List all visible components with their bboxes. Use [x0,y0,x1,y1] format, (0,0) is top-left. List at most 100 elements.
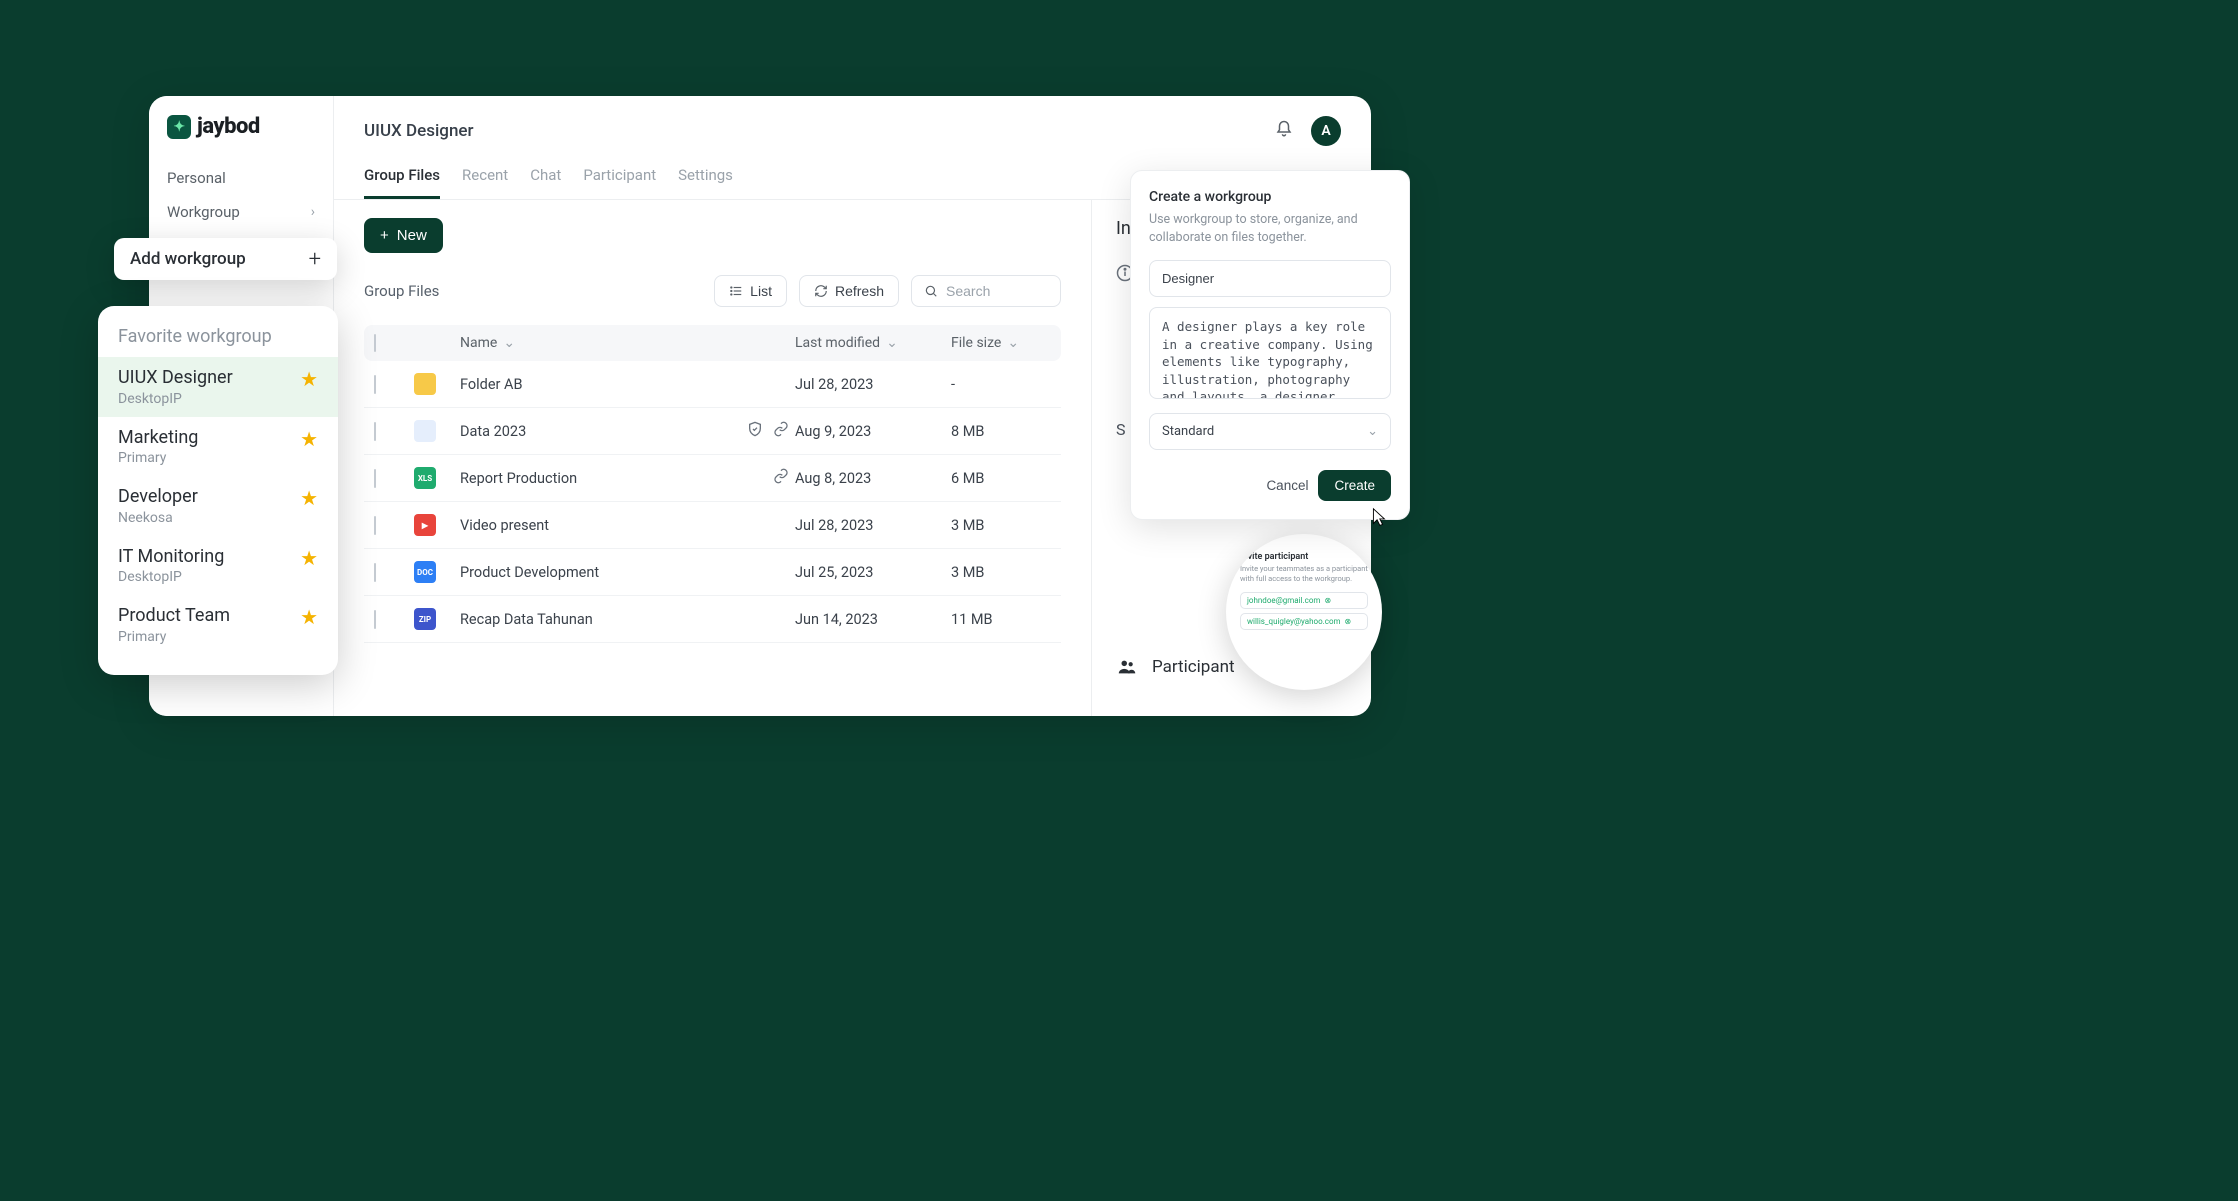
remove-chip-icon[interactable]: ⊗ [1324,596,1331,605]
refresh-button[interactable]: Refresh [799,275,899,307]
table-row[interactable]: XLSReport ProductionAug 8, 20236 MB [364,455,1061,502]
row-checkbox[interactable] [374,610,376,629]
create-workgroup-modal: Create a workgroup Use workgroup to stor… [1130,170,1410,520]
shield-icon [747,421,763,441]
file-type-icon [414,373,436,395]
star-icon[interactable]: ★ [300,367,318,391]
file-toolbar: Group Files List Refresh [364,275,1061,307]
select-all-checkbox[interactable] [374,334,376,352]
table-row[interactable]: Folder ABJul 28, 2023- [364,361,1061,408]
col-file-size[interactable]: File size ⌄ [951,335,1051,351]
invite-email-chip[interactable]: willis_quigley@yahoo.com ⊗ [1240,613,1368,630]
tab-participant[interactable]: Participant [583,156,656,199]
search-input[interactable] [946,276,1048,306]
favorite-workgroup-item[interactable]: UIUX Designer DesktopIP ★ [98,357,338,417]
brand-name: jaybod [197,114,260,139]
plus-icon: + [380,227,389,244]
row-checkbox[interactable] [374,422,376,441]
invite-title: Invite participant [1240,552,1368,562]
table-row[interactable]: DOCProduct DevelopmentJul 25, 20233 MB [364,549,1061,596]
file-name: Product Development [460,564,723,581]
file-name: Recap Data Tahunan [460,611,723,628]
file-table: Name ⌄ Last modified ⌄ File size ⌄ Folde… [364,325,1061,643]
star-icon[interactable]: ★ [300,605,318,629]
notification-bell-icon[interactable] [1275,120,1293,142]
add-workgroup-button[interactable]: Add workgroup + [114,238,337,280]
star-icon[interactable]: ★ [300,427,318,451]
brand-logo: ✦ jaybod [149,114,333,161]
avatar-initial: A [1321,123,1330,139]
file-pane: + New Group Files List [334,200,1091,716]
file-date: Jul 28, 2023 [795,517,945,534]
cancel-button[interactable]: Cancel [1266,470,1308,501]
remove-chip-icon[interactable]: ⊗ [1345,617,1352,626]
file-date: Jul 25, 2023 [795,564,945,581]
row-checkbox[interactable] [374,375,376,394]
col-name[interactable]: Name ⌄ [460,335,723,351]
file-type-icon: XLS [414,467,436,489]
row-checkbox[interactable] [374,516,376,535]
favorites-title: Favorite workgroup [98,326,338,357]
favorite-subtitle: Primary [118,629,230,645]
file-date: Aug 8, 2023 [795,470,945,487]
workgroup-type-select[interactable]: Standard ⌄ [1149,413,1391,450]
favorite-subtitle: DesktopIP [118,391,233,407]
chevron-down-icon: ⌄ [1007,335,1019,351]
file-type-icon: DOC [414,561,436,583]
logo-mark-icon: ✦ [167,115,191,139]
file-date: Aug 9, 2023 [795,423,945,440]
col-last-modified[interactable]: Last modified ⌄ [795,335,945,351]
row-checkbox[interactable] [374,469,376,488]
favorite-name: IT Monitoring [118,546,224,568]
topbar: UIUX Designer A [334,96,1371,156]
sidebar-item-label: Personal [167,169,226,187]
chevron-down-icon: ⌄ [1367,424,1378,439]
favorite-name: Developer [118,486,198,508]
invite-participant-magnifier: Invite participant Invite your teammates… [1226,534,1382,690]
workgroup-name-input[interactable] [1149,260,1391,297]
table-row[interactable]: ZIPRecap Data TahunanJun 14, 202311 MB [364,596,1061,643]
refresh-icon [814,284,828,298]
tab-chat[interactable]: Chat [530,156,561,199]
user-avatar[interactable]: A [1311,116,1341,146]
favorite-subtitle: DesktopIP [118,569,224,585]
favorite-workgroup-item[interactable]: IT MonitoringDesktopIP ★ [98,536,338,596]
favorite-name: UIUX Designer [118,367,233,389]
sidebar-item-label: Workgroup [167,203,240,221]
file-name: Report Production [460,470,723,487]
create-button[interactable]: Create [1318,470,1391,501]
star-icon[interactable]: ★ [300,546,318,570]
file-name: Folder AB [460,376,723,393]
workgroup-description-input[interactable] [1149,307,1391,399]
invite-subtitle: Invite your teammates as a participant w… [1240,564,1368,584]
new-button[interactable]: + New [364,218,443,253]
favorite-name: Marketing [118,427,198,449]
invite-email-chip[interactable]: johndoe@gmail.com ⊗ [1240,592,1368,609]
participant-section[interactable]: Participant [1116,656,1235,678]
plus-icon: + [309,247,321,272]
view-list-button[interactable]: List [714,275,787,307]
new-button-label: New [397,227,427,244]
cursor-pointer-icon [1367,507,1389,529]
file-date: Jun 14, 2023 [795,611,945,628]
favorite-workgroup-item[interactable]: DeveloperNeekosa★ [98,476,338,536]
star-icon[interactable]: ★ [300,486,318,510]
tab-recent[interactable]: Recent [462,156,508,199]
file-type-icon: ZIP [414,608,436,630]
chevron-down-icon: ⌄ [886,335,898,351]
search-field[interactable] [911,275,1061,307]
table-row[interactable]: ▶Video presentJul 28, 20233 MB [364,502,1061,549]
tab-settings[interactable]: Settings [678,156,733,199]
sidebar-item-personal[interactable]: Personal [149,161,333,195]
row-checkbox[interactable] [374,563,376,582]
favorite-workgroup-item[interactable]: MarketingPrimary★ [98,417,338,477]
tab-group-files[interactable]: Group Files [364,156,440,199]
link-icon [773,468,789,488]
table-row[interactable]: Data 2023Aug 9, 20238 MB [364,408,1061,455]
file-size: - [951,376,1051,393]
sidebar-item-workgroup[interactable]: Workgroup › [149,195,333,229]
file-type-icon: ▶ [414,514,436,536]
people-icon [1116,656,1138,678]
file-name: Video present [460,517,723,534]
favorite-workgroup-item[interactable]: Product TeamPrimary★ [98,595,338,655]
